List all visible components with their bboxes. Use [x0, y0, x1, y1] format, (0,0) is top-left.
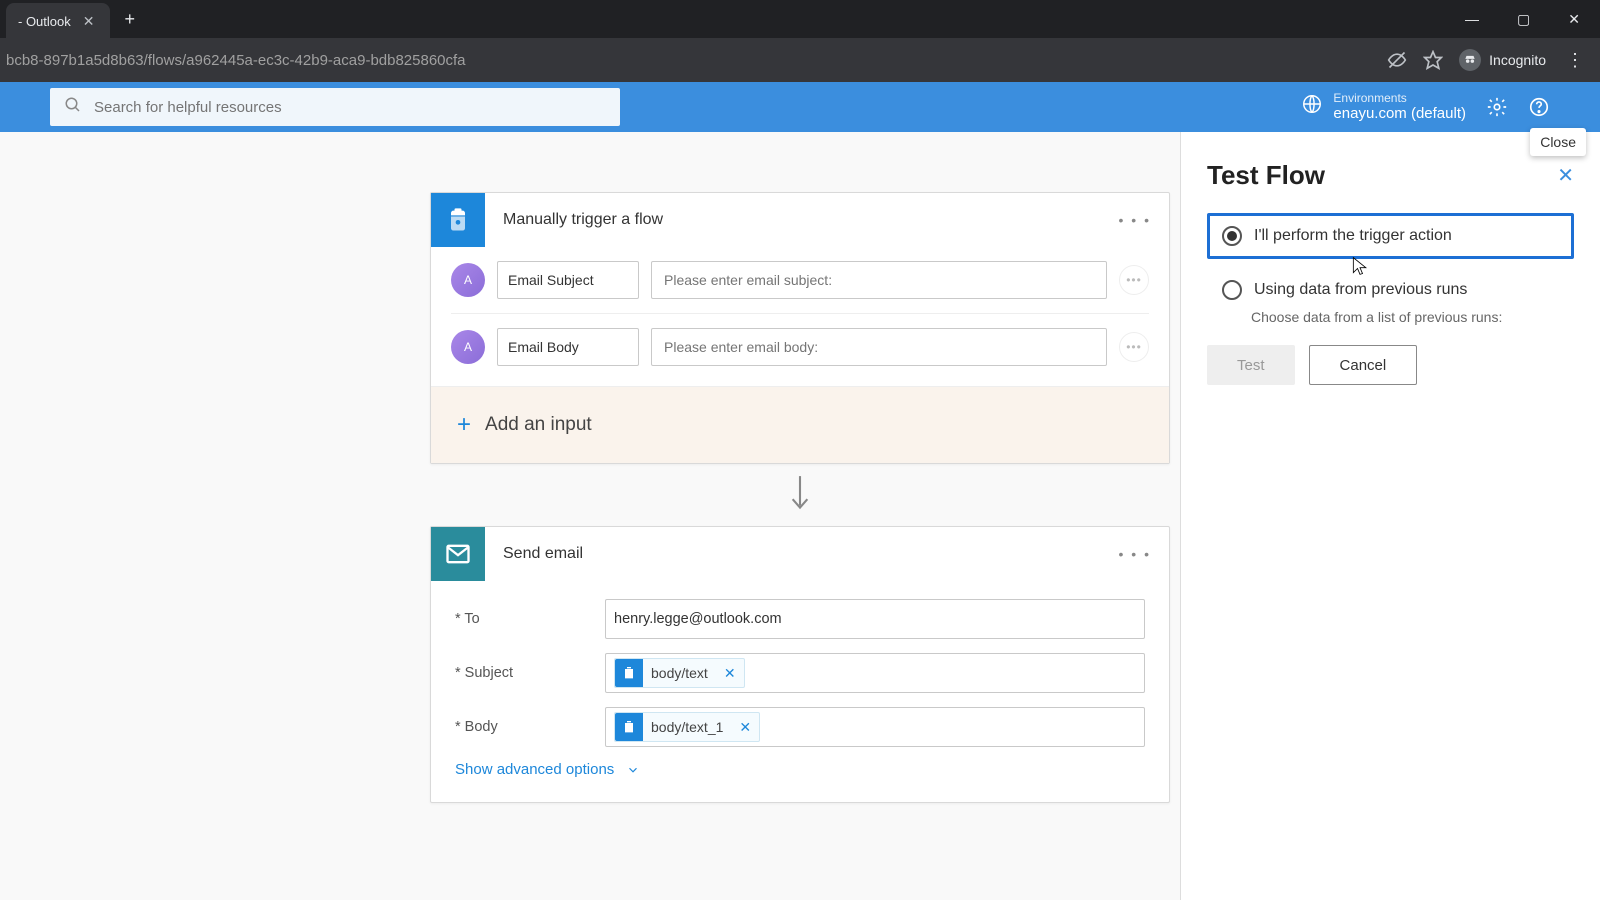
field-row-body: * Body body/text_1 ✕ [455, 707, 1145, 747]
param-name[interactable]: Email Subject [497, 261, 639, 299]
browser-menu-icon[interactable]: ⋮ [1562, 50, 1588, 71]
environment-selector[interactable]: Environments enayu.com (default) [1301, 91, 1466, 123]
subject-input[interactable]: body/text ✕ [605, 653, 1145, 693]
chevron-down-icon [626, 763, 640, 777]
plus-icon: + [457, 411, 471, 439]
help-icon[interactable] [1528, 96, 1550, 118]
show-advanced-label: Show advanced options [455, 761, 614, 778]
url-text[interactable]: bcb8-897b1a5d8b63/flows/a962445a-ec3c-42… [0, 52, 1387, 69]
action-card: Send email • • • * To * Subject body/tex… [430, 526, 1170, 803]
param-menu-icon[interactable]: ••• [1119, 332, 1149, 362]
action-card-menu[interactable]: • • • [1119, 546, 1151, 562]
close-tab-icon[interactable]: ✕ [79, 11, 99, 32]
search-icon [64, 96, 82, 119]
trigger-card: Manually trigger a flow • • • A Email Su… [430, 192, 1170, 464]
token-icon [615, 659, 643, 687]
settings-gear-icon[interactable] [1486, 96, 1508, 118]
field-row-to: * To [455, 599, 1145, 639]
token-text: body/text [643, 665, 716, 681]
body-input[interactable]: body/text_1 ✕ [605, 707, 1145, 747]
token-text: body/text_1 [643, 719, 731, 735]
add-input-button[interactable]: + Add an input [431, 386, 1169, 463]
radio-label: I'll perform the trigger action [1254, 227, 1452, 245]
radio-icon [1222, 280, 1242, 300]
param-input[interactable] [651, 261, 1107, 299]
param-row: A Email Body ••• [431, 314, 1169, 380]
flow-arrow [430, 464, 1170, 526]
incognito-icon [1459, 49, 1481, 71]
subject-label: * Subject [455, 665, 605, 681]
radio-option-manual[interactable]: I'll perform the trigger action [1207, 213, 1574, 259]
dynamic-token[interactable]: body/text ✕ [614, 658, 745, 688]
address-bar: bcb8-897b1a5d8b63/flows/a962445a-ec3c-42… [0, 38, 1600, 82]
env-label: Environments [1333, 91, 1466, 105]
text-param-icon: A [451, 330, 485, 364]
browser-tab[interactable]: - Outlook ✕ [6, 3, 110, 40]
panel-title: Test Flow [1207, 160, 1325, 191]
field-row-subject: * Subject body/text ✕ [455, 653, 1145, 693]
trigger-card-header[interactable]: Manually trigger a flow • • • [431, 193, 1169, 247]
param-row: A Email Subject ••• [431, 247, 1169, 313]
action-card-title: Send email [503, 545, 583, 563]
param-menu-icon[interactable]: ••• [1119, 265, 1149, 295]
close-window-button[interactable]: ✕ [1560, 7, 1588, 32]
env-value: enayu.com (default) [1333, 105, 1466, 123]
panel-close-icon[interactable]: ✕ [1557, 163, 1574, 188]
browser-tab-strip: - Outlook ✕ + — ▢ ✕ [0, 0, 1600, 38]
test-flow-panel: Test Flow ✕ I'll perform the trigger act… [1180, 132, 1600, 900]
body-label: * Body [455, 719, 605, 735]
radio-icon [1222, 226, 1242, 246]
dynamic-token[interactable]: body/text_1 ✕ [614, 712, 760, 742]
globe-icon [1301, 93, 1323, 120]
trigger-card-menu[interactable]: • • • [1119, 212, 1151, 228]
bookmark-star-icon[interactable] [1423, 50, 1443, 70]
radio-option-previous[interactable]: Using data from previous runs [1207, 267, 1574, 313]
token-icon [615, 713, 643, 741]
add-input-label: Add an input [485, 414, 592, 436]
email-icon [431, 527, 485, 581]
token-remove-icon[interactable]: ✕ [716, 665, 744, 682]
param-name[interactable]: Email Body [497, 328, 639, 366]
text-param-icon: A [451, 263, 485, 297]
to-label: * To [455, 611, 605, 627]
new-tab-button[interactable]: + [124, 9, 135, 30]
param-input[interactable] [651, 328, 1107, 366]
token-remove-icon[interactable]: ✕ [731, 719, 759, 736]
app-header: Environments enayu.com (default) Close [0, 82, 1600, 132]
trigger-icon [431, 193, 485, 247]
tracking-icon[interactable] [1387, 50, 1407, 70]
cancel-button[interactable]: Cancel [1309, 345, 1418, 385]
action-card-header[interactable]: Send email • • • [431, 527, 1169, 581]
radio-label: Using data from previous runs [1254, 281, 1467, 299]
search-input[interactable] [94, 99, 606, 116]
close-tooltip: Close [1530, 128, 1586, 156]
show-advanced-toggle[interactable]: Show advanced options [455, 761, 1145, 778]
to-input-text[interactable] [614, 611, 1136, 627]
to-input[interactable] [605, 599, 1145, 639]
tab-title: - Outlook [18, 14, 71, 29]
incognito-label: Incognito [1489, 52, 1546, 68]
maximize-button[interactable]: ▢ [1509, 7, 1538, 32]
trigger-card-title: Manually trigger a flow [503, 211, 663, 229]
test-button[interactable]: Test [1207, 345, 1295, 385]
window-controls: — ▢ ✕ [1457, 7, 1594, 32]
search-box[interactable] [50, 88, 620, 126]
radio-subtext: Choose data from a list of previous runs… [1251, 309, 1574, 325]
incognito-indicator[interactable]: Incognito [1459, 49, 1546, 71]
minimize-button[interactable]: — [1457, 7, 1487, 32]
